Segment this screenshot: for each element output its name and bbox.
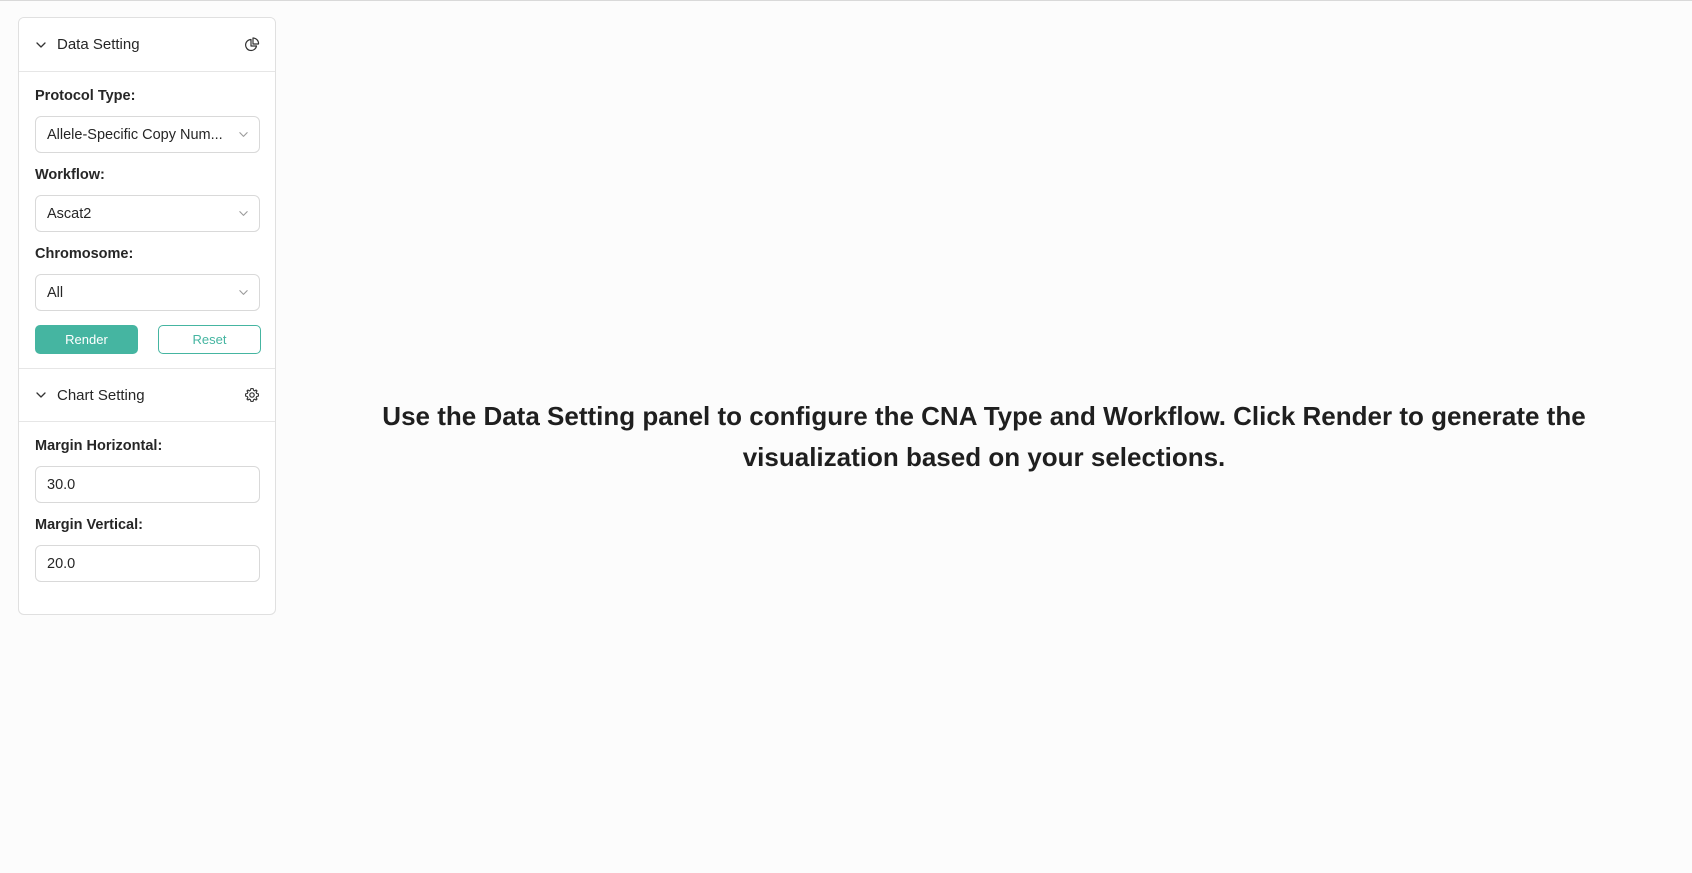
render-button[interactable]: Render <box>35 325 138 354</box>
chevron-down-icon <box>237 129 249 141</box>
settings-sidebar: Data Setting Protocol Type: Allele-Speci… <box>18 17 276 615</box>
workflow-select[interactable]: Ascat2 <box>35 195 260 232</box>
chromosome-value: All <box>47 284 64 301</box>
chart-setting-title: Chart Setting <box>57 386 145 404</box>
margin-horizontal-input[interactable] <box>35 466 260 503</box>
protocol-type-label: Protocol Type: <box>35 88 136 104</box>
top-divider <box>0 0 1692 1</box>
chart-setting-body: Margin Horizontal: Margin Vertical: <box>19 422 275 596</box>
data-setting-actions: Render Reset <box>35 325 261 354</box>
margin-horizontal-label: Margin Horizontal: <box>35 438 163 454</box>
reset-button[interactable]: Reset <box>158 325 261 354</box>
empty-state-message: Use the Data Setting panel to configure … <box>382 401 1586 472</box>
chromosome-label: Chromosome: <box>35 246 134 262</box>
chevron-down-icon <box>237 287 249 299</box>
workflow-label: Workflow: <box>35 167 105 183</box>
data-setting-body: Protocol Type: Allele-Specific Copy Num.… <box>19 72 275 368</box>
chevron-down-icon <box>237 208 249 220</box>
chevron-down-icon[interactable] <box>35 389 47 401</box>
margin-vertical-label: Margin Vertical: <box>35 517 143 533</box>
chromosome-select[interactable]: All <box>35 274 260 311</box>
chart-setting-header[interactable]: Chart Setting <box>19 368 275 422</box>
data-setting-title: Data Setting <box>57 36 140 53</box>
workflow-value: Ascat2 <box>47 205 92 222</box>
data-setting-header[interactable]: Data Setting <box>19 18 275 72</box>
chevron-down-icon[interactable] <box>35 39 47 51</box>
protocol-type-select[interactable]: Allele-Specific Copy Num... <box>35 116 260 153</box>
margin-vertical-input[interactable] <box>35 545 260 582</box>
gear-icon[interactable] <box>243 386 261 404</box>
pie-chart-icon <box>243 36 261 54</box>
protocol-type-value: Allele-Specific Copy Num... <box>47 126 223 143</box>
